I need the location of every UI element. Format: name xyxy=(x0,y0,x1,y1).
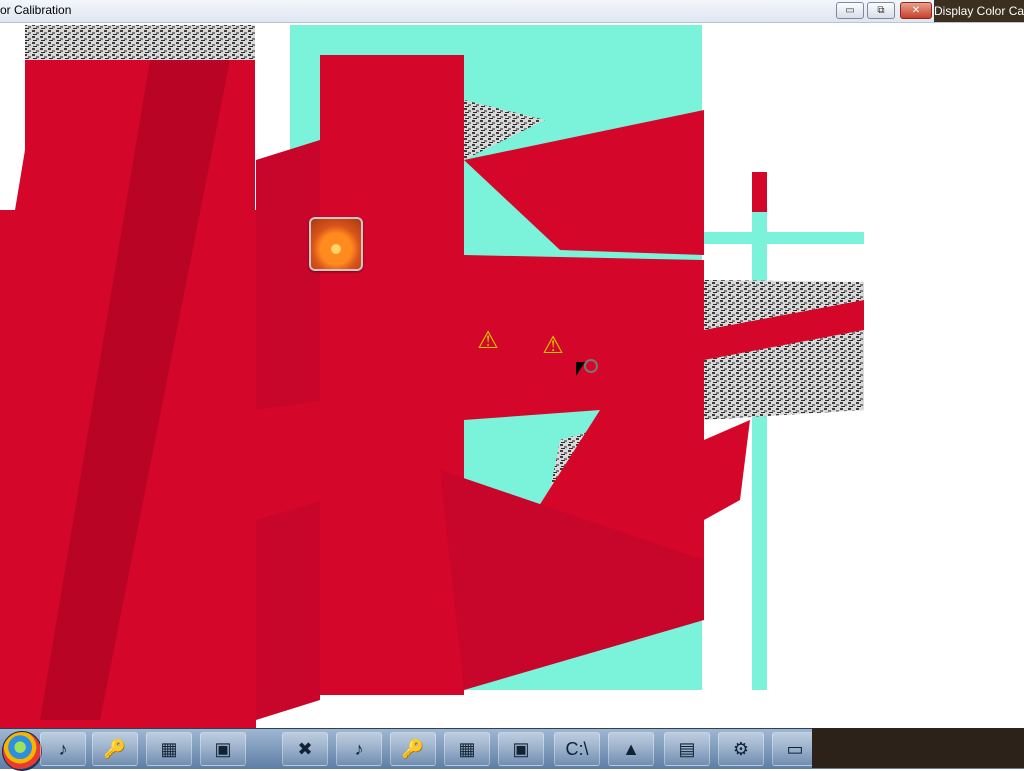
taskbar-keys-2-icon[interactable]: 🔑 xyxy=(390,732,436,766)
taskbar-window-app-2-icon[interactable]: ▣ xyxy=(498,732,544,766)
taskbar-command-prompt-icon[interactable]: C:\ xyxy=(554,732,600,766)
taskbar-documents-icon[interactable]: ▤ xyxy=(664,732,710,766)
window-title: or Calibration xyxy=(0,3,72,17)
red-strip xyxy=(752,172,767,212)
noise-stripe xyxy=(25,25,255,60)
second-window-title[interactable]: Display Color Cali xyxy=(934,0,1024,22)
title-bar: or Calibration ▭ ⧉ ✕ Display Color Cali xyxy=(0,0,1024,23)
photo-gallery-icon[interactable] xyxy=(309,217,363,271)
cyan-strip xyxy=(752,172,767,690)
taskbar-calculator-icon[interactable]: ▦ xyxy=(146,732,192,766)
taskbar-installer-icon[interactable]: ▲ xyxy=(608,732,654,766)
red-shard xyxy=(704,420,750,520)
corrupted-display-area xyxy=(0,25,864,728)
taskbar-xbox-icon[interactable]: ✖ xyxy=(282,732,328,766)
cyan-strip xyxy=(704,232,864,244)
start-button[interactable] xyxy=(2,731,42,771)
red-block xyxy=(320,55,464,695)
minimize-button[interactable]: ▭ xyxy=(836,2,864,19)
notification-area xyxy=(812,728,1024,768)
taskbar-settings-icon[interactable]: ⚙ xyxy=(718,732,764,766)
warning-icon: ⚠ xyxy=(477,327,499,354)
restore-button[interactable]: ⧉ xyxy=(867,2,895,19)
warning-icon: ⚠ xyxy=(542,332,564,359)
close-button[interactable]: ✕ xyxy=(900,2,932,19)
taskbar-media-player-2-icon[interactable]: ♪ xyxy=(336,732,382,766)
taskbar-keys-icon[interactable]: 🔑 xyxy=(92,732,138,766)
busy-cursor-icon xyxy=(584,359,598,373)
taskbar-window-app-icon[interactable]: ▣ xyxy=(200,732,246,766)
taskbar-calculator-2-icon[interactable]: ▦ xyxy=(444,732,490,766)
taskbar-windows-media-player-icon[interactable]: ♪ xyxy=(40,732,86,766)
